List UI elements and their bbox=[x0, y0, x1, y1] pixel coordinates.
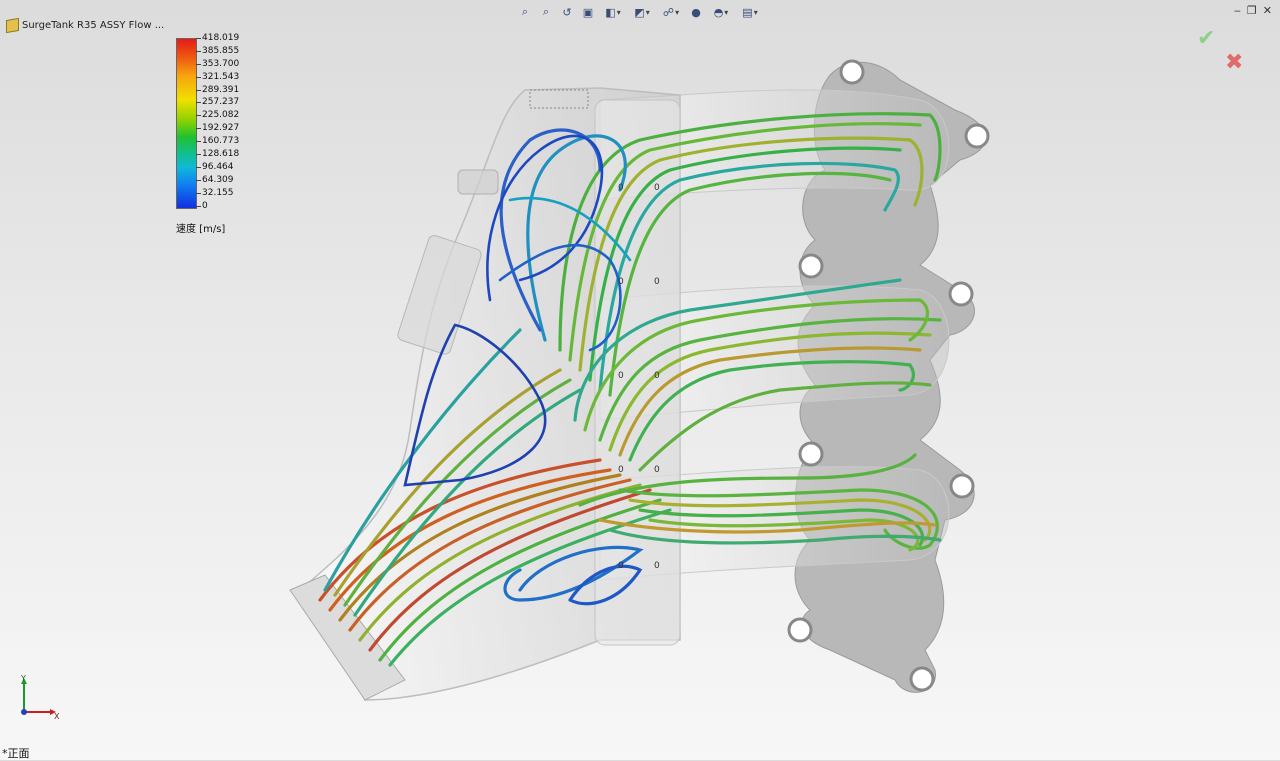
svg-text:0: 0 bbox=[654, 561, 660, 571]
model-viewport[interactable]: 0 0 0 0 0 0 0 0 0 0 bbox=[0, 0, 1280, 760]
view-orientation-label: *正面 bbox=[2, 747, 30, 760]
svg-text:0: 0 bbox=[654, 277, 660, 287]
triad-y-label: Y bbox=[20, 674, 26, 683]
svg-text:0: 0 bbox=[654, 465, 660, 475]
triad-x-label: X bbox=[54, 712, 60, 720]
svg-text:0: 0 bbox=[618, 183, 624, 193]
svg-text:0: 0 bbox=[618, 277, 624, 287]
svg-text:0: 0 bbox=[618, 371, 624, 381]
svg-text:0: 0 bbox=[654, 371, 660, 381]
svg-text:0: 0 bbox=[618, 465, 624, 475]
svg-text:0: 0 bbox=[654, 183, 660, 193]
axis-triad: Y X bbox=[20, 674, 60, 720]
svg-text:0: 0 bbox=[618, 561, 624, 571]
